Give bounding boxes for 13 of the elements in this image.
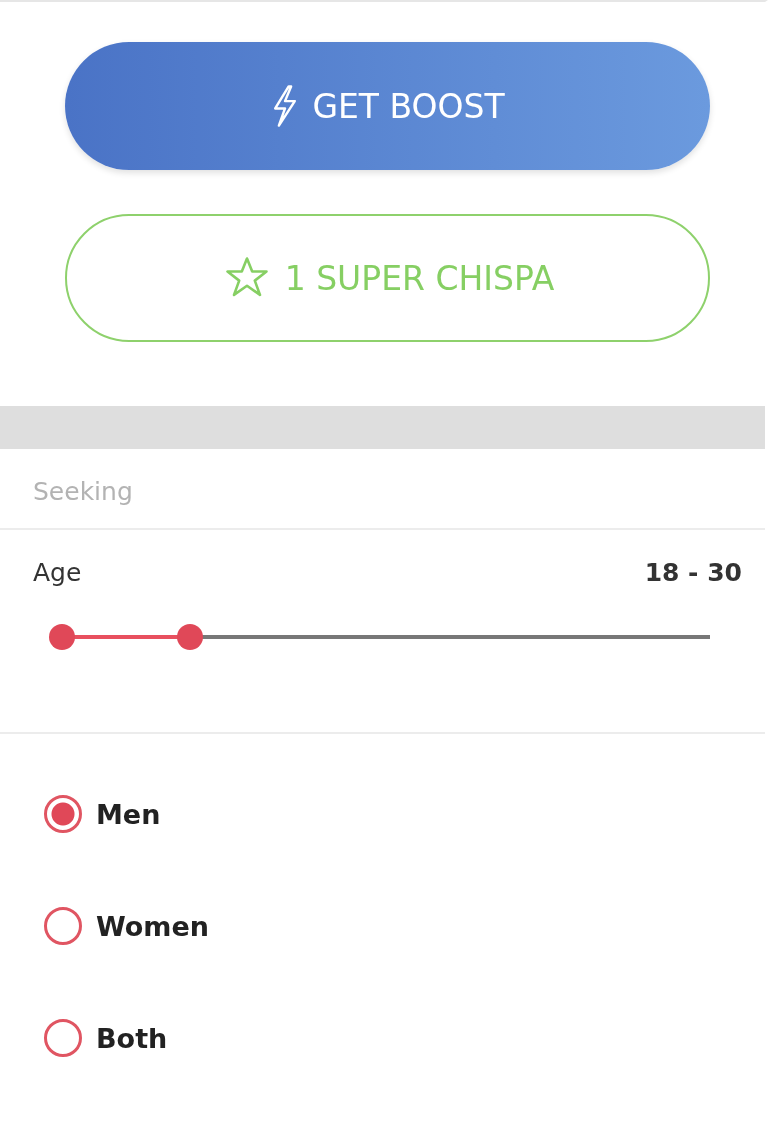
age-label: Age — [33, 558, 82, 587]
radio-button[interactable] — [44, 1019, 82, 1057]
option-label: Men — [96, 798, 161, 830]
option-label: Women — [96, 910, 210, 942]
section-title: Seeking — [0, 449, 765, 530]
super-button[interactable]: 1 SUPER CHISPA — [65, 214, 710, 342]
age-reading: 18 - 30 — [644, 558, 742, 587]
option-label: Both — [96, 1022, 168, 1054]
radio-button[interactable] — [44, 907, 82, 945]
radio-button[interactable] — [44, 795, 82, 833]
slider-thumb[interactable] — [177, 624, 204, 650]
slider-thumb[interactable] — [49, 624, 75, 650]
boost-button[interactable]: GET BOOST — [65, 42, 710, 170]
